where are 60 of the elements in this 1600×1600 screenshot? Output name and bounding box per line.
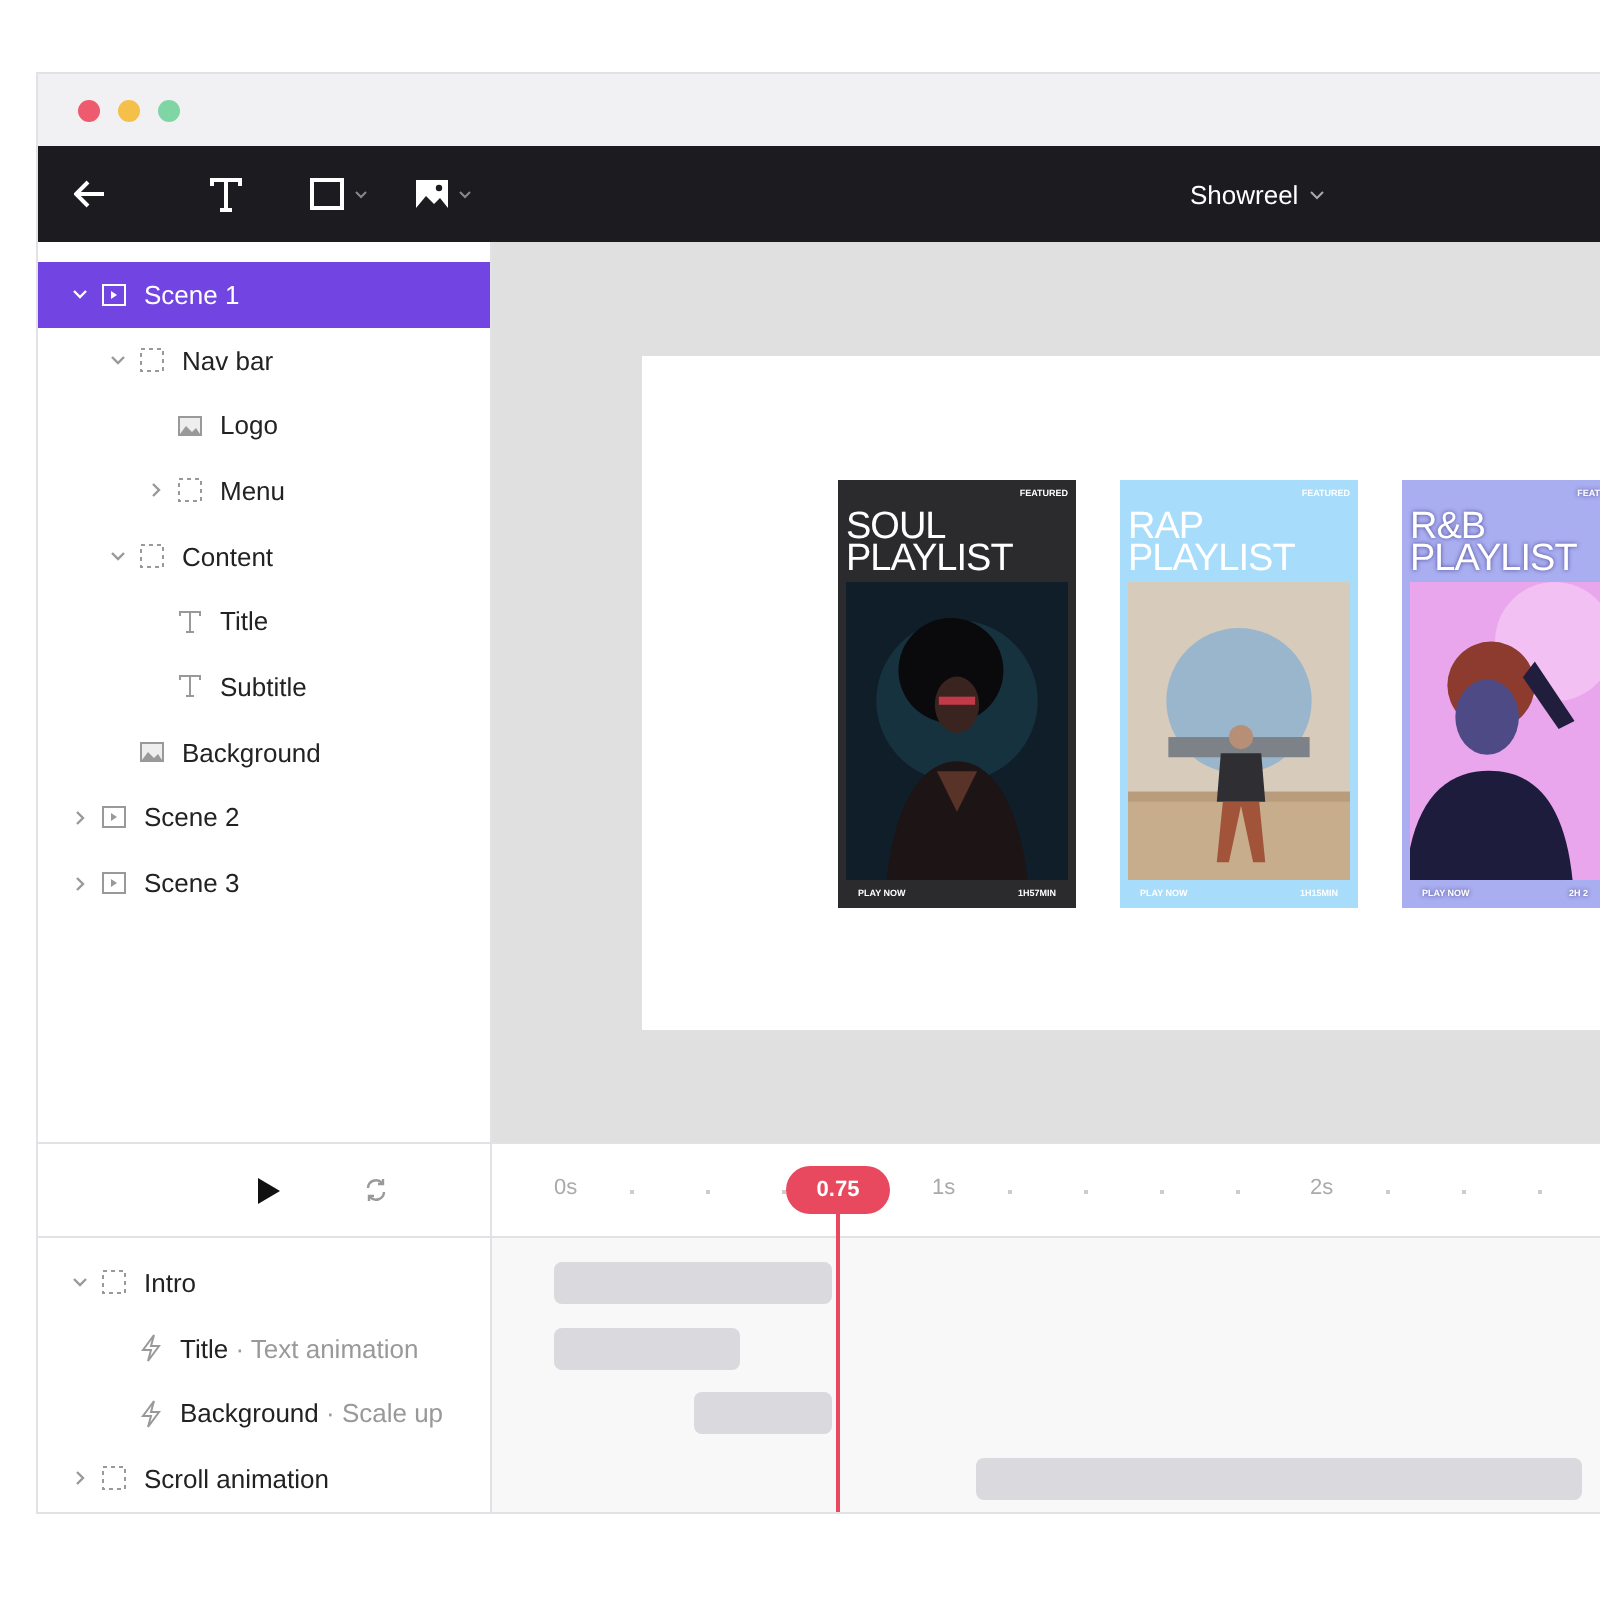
time-label: 1s — [932, 1176, 956, 1200]
image-icon — [178, 415, 202, 436]
track-name[interactable]: Background — [180, 1398, 319, 1429]
layer-item[interactable]: Content — [38, 523, 490, 589]
track-name[interactable]: Scroll animation — [144, 1463, 329, 1494]
chevron-icon[interactable] — [72, 809, 88, 826]
scene-icon — [102, 806, 126, 829]
text-icon — [178, 609, 202, 634]
play-icon[interactable] — [258, 1177, 280, 1203]
time-label: 0s — [554, 1176, 578, 1200]
playhead-time[interactable]: 0.75 — [786, 1166, 890, 1214]
lightning-icon — [140, 1399, 162, 1428]
card-title: R&B PLAYLIST — [1410, 511, 1579, 575]
window-control[interactable] — [158, 99, 180, 121]
text-tool-icon[interactable] — [210, 177, 242, 211]
layer-item[interactable]: Scene 1 — [38, 262, 490, 328]
chevron-icon[interactable] — [72, 1470, 88, 1487]
text-icon — [178, 674, 202, 699]
rectangle-tool-icon[interactable] — [310, 178, 370, 210]
lightning-icon — [140, 1334, 162, 1363]
frame-icon — [102, 1466, 126, 1491]
animation-clip[interactable] — [554, 1327, 740, 1370]
layer-item[interactable]: Scene 3 — [38, 850, 490, 916]
window-control[interactable] — [118, 99, 140, 121]
animation-clip[interactable] — [554, 1261, 832, 1304]
animation-clip[interactable] — [694, 1392, 832, 1435]
window-control[interactable] — [78, 99, 100, 121]
frame-icon — [140, 348, 164, 373]
chevron-icon[interactable] — [148, 482, 164, 499]
chevron-icon[interactable] — [72, 286, 88, 303]
back-arrow-icon[interactable] — [74, 180, 106, 208]
animation-clip[interactable] — [976, 1457, 1582, 1500]
layer-item[interactable]: Nav bar — [38, 327, 490, 393]
scene-icon — [102, 872, 126, 895]
track-detail: · Text animation — [233, 1333, 419, 1364]
chevron-icon[interactable] — [72, 875, 88, 892]
image-tool-icon[interactable] — [414, 178, 474, 210]
layer-item[interactable]: Logo — [38, 392, 490, 459]
frame-icon — [102, 1270, 126, 1295]
scene-icon — [102, 283, 126, 306]
track-name[interactable]: Title — [180, 1333, 229, 1364]
chevron-icon[interactable] — [110, 352, 126, 369]
chevron-icon[interactable] — [72, 1274, 88, 1291]
chevron-icon[interactable] — [110, 548, 126, 565]
layer-item[interactable]: Title — [38, 588, 490, 655]
layer-item[interactable]: Menu — [38, 458, 490, 524]
caret-icon — [1310, 189, 1325, 199]
layer-item[interactable]: Subtitle — [38, 654, 490, 720]
track-detail: · Scale up — [324, 1398, 444, 1429]
layer-item[interactable]: Scene 2 — [38, 785, 490, 851]
frame-icon — [178, 478, 202, 503]
document-title-dropdown[interactable]: Showreel — [1190, 179, 1325, 209]
track-name[interactable]: Intro — [144, 1267, 197, 1298]
card-title: RAP PLAYLIST — [1128, 511, 1297, 575]
time-label: 2s — [1310, 1176, 1334, 1200]
loop-icon[interactable] — [364, 1178, 388, 1202]
layer-item[interactable]: Background — [38, 719, 490, 785]
image-icon — [140, 742, 164, 763]
card-title: SOUL PLAYLIST — [846, 511, 1015, 575]
frame-icon — [140, 544, 164, 569]
